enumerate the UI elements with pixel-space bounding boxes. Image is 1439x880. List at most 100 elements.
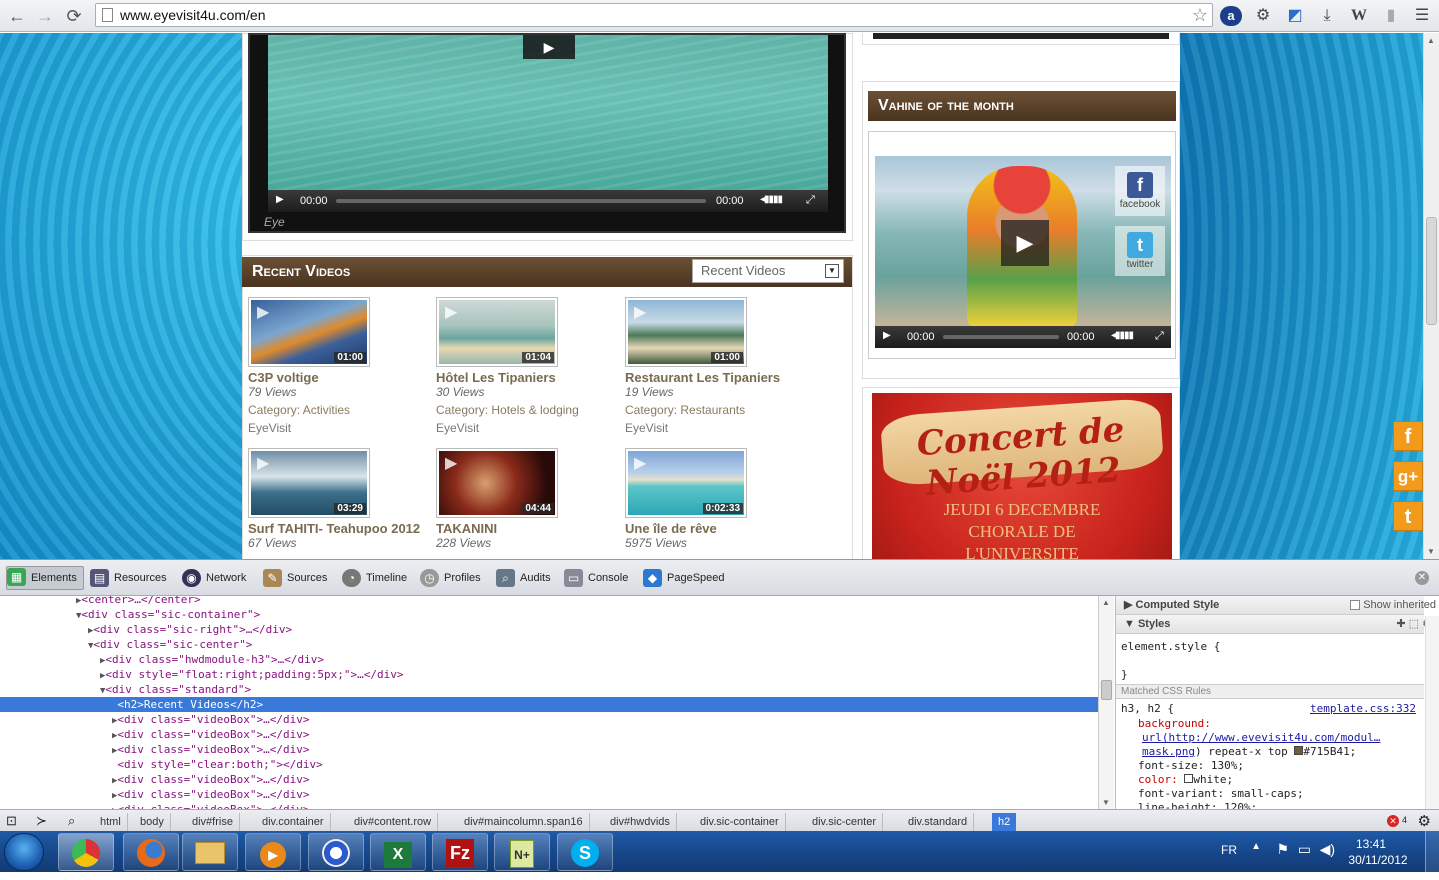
menu-icon[interactable]: ☰	[1410, 5, 1434, 27]
show-desktop-button[interactable]	[1425, 831, 1439, 872]
category-link[interactable]: Hotels & lodging	[491, 403, 578, 417]
back-icon[interactable]: ←	[6, 5, 28, 27]
scroll-down-icon[interactable]: ▼	[1427, 547, 1435, 556]
video-title[interactable]: Hôtel Les Tipaniers	[436, 370, 621, 385]
tab-audits[interactable]: ⌕ Audits	[496, 568, 551, 588]
volume-icon[interactable]: ◂▮▮▮▮	[760, 194, 783, 205]
scrollbar-thumb[interactable]	[1101, 680, 1112, 700]
video-thumbnail[interactable]: ▶ 03:29	[248, 448, 370, 518]
facebook-share-button[interactable]: f facebook	[1115, 166, 1165, 216]
css-font-size[interactable]: font-size: 130%;	[1138, 759, 1244, 772]
volume-icon[interactable]: ◂▮▮▮▮	[1111, 330, 1134, 341]
excel-taskbar-icon[interactable]: X	[370, 833, 426, 871]
notepad-taskbar-icon[interactable]: N+	[494, 833, 550, 871]
adblock-extension-icon[interactable]: a	[1220, 6, 1242, 26]
console-toggle-icon[interactable]: ≻	[36, 813, 47, 829]
wikipedia-extension-icon[interactable]: W	[1348, 5, 1370, 27]
error-icon[interactable]: ✕	[1387, 815, 1399, 827]
dom-node[interactable]: ▶<center>…</center>	[0, 596, 1098, 607]
category-link[interactable]: Activities	[303, 403, 350, 417]
stats-extension-icon[interactable]: ▮	[1380, 5, 1402, 27]
gear-icon[interactable]: ⚙	[1418, 812, 1431, 830]
dom-node[interactable]: <h2>Recent Videos</h2>	[0, 697, 1098, 712]
dom-tree-scrollbar[interactable]: ▲ ▼	[1098, 596, 1114, 809]
chrome-taskbar-icon[interactable]	[58, 833, 114, 871]
fullscreen-icon[interactable]: ⤢	[806, 194, 815, 207]
video-thumbnail[interactable]: ▶ 01:00	[248, 297, 370, 367]
video-owner[interactable]: EyeVisit	[436, 421, 621, 435]
forward-icon[interactable]: →	[34, 5, 56, 27]
browser-taskbar-icon[interactable]	[308, 833, 364, 871]
dom-node[interactable]: ▶<div class="videoBox">…</div>	[0, 772, 1098, 787]
show-hidden-icons-icon[interactable]: ▲	[1251, 841, 1261, 852]
css-prop-background[interactable]: background:	[1138, 717, 1211, 730]
css-color[interactable]: color: white;	[1138, 773, 1233, 786]
page-scrollbar[interactable]: ▲ ▼	[1423, 33, 1439, 559]
concert-banner[interactable]: Concert de Noël 2012 JEUDI 6 DECEMBRE CH…	[872, 393, 1172, 559]
close-icon[interactable]: ✕	[1415, 571, 1429, 585]
dom-node[interactable]: ▶<div class="hwdmodule-h3">…</div>	[0, 652, 1098, 667]
tab-resources[interactable]: ▤ Resources	[90, 568, 167, 588]
dom-node[interactable]: ▶<div class="videoBox">…</div>	[0, 712, 1098, 727]
show-inherited-toggle[interactable]: Show inherited	[1350, 596, 1436, 615]
css-font-variant[interactable]: font-variant: small-caps;	[1138, 787, 1304, 800]
computed-style-section[interactable]: ▶ Computed Style Show inherited	[1116, 596, 1436, 615]
video-box[interactable]: ▶ 01:00 C3P voltige 79 Views Category: Ac…	[248, 297, 433, 435]
download-extension-icon[interactable]: ⤓	[1316, 5, 1338, 27]
breadcrumb-item[interactable]: div#hwdvids	[604, 813, 677, 831]
breadcrumb-item[interactable]: h2	[992, 813, 1017, 831]
breadcrumb-item[interactable]: div.standard	[902, 813, 975, 831]
styles-section[interactable]: ▼ Styles ✚ ⬚ ⚙	[1116, 615, 1432, 634]
css-background-url[interactable]: url(http://www.evevisit4u.com/modul…	[1142, 731, 1380, 744]
video-box[interactable]: ▶ 0:02:33 Une île de rêve 5975 Views	[625, 448, 810, 550]
facebook-float-button[interactable]: f	[1393, 421, 1423, 451]
dock-icon[interactable]: ⊡	[6, 813, 17, 829]
tab-network[interactable]: ◉ Network	[182, 568, 246, 588]
video-title[interactable]: Restaurant Les Tipaniers	[625, 370, 810, 385]
seek-bar[interactable]	[336, 199, 706, 203]
scroll-up-icon[interactable]: ▲	[1102, 598, 1110, 607]
video-box[interactable]: ▶ 01:00 Restaurant Les Tipaniers 19 Views…	[625, 297, 810, 435]
video-title[interactable]: C3P voltige	[248, 370, 433, 385]
play-icon[interactable]: ▶	[883, 330, 891, 341]
address-bar[interactable]: www.eyevisit4u.com/en ☆	[95, 3, 1213, 27]
breadcrumb-item[interactable]: div#maincolumn.span16	[458, 813, 590, 831]
dom-tree[interactable]: ▶<center>…</center> ▼<div class="sic-cont…	[0, 596, 1098, 809]
dom-node[interactable]: ▶<div class="videoBox">…</div>	[0, 727, 1098, 742]
filezilla-taskbar-icon[interactable]: Fz	[432, 833, 488, 871]
video-thumbnail[interactable]: ▶ 01:04	[436, 297, 558, 367]
vahine-player[interactable]: ▶ f facebook t twitter ▶ 00:00 00:00 ◂▮▮▮▮…	[868, 131, 1176, 359]
breadcrumb-item[interactable]: div.sic-container	[694, 813, 786, 831]
css-source-link[interactable]: template.css:332	[1310, 702, 1416, 715]
seek-bar[interactable]	[943, 335, 1059, 339]
dom-node[interactable]: ▶<div class="videoBox">…</div>	[0, 742, 1098, 757]
dom-node[interactable]: ▼<div class="sic-center">	[0, 637, 1098, 652]
tab-console[interactable]: ▭ Console	[564, 568, 628, 588]
play-icon[interactable]: ▶	[276, 194, 284, 205]
dom-node[interactable]: ▼<div class="sic-container">	[0, 607, 1098, 622]
clock-time[interactable]: 13:41	[1341, 837, 1401, 851]
recent-videos-select[interactable]: Recent Videos ▼	[692, 259, 844, 283]
video-title[interactable]: Surf TAHITI- Teahupoo 2012	[248, 521, 433, 536]
tab-pagespeed[interactable]: ◆ PageSpeed	[643, 568, 725, 588]
media-player-taskbar-icon[interactable]: ▶	[245, 833, 301, 871]
breadcrumb-item[interactable]: html	[94, 813, 128, 831]
dom-node[interactable]: ▶<div class="sic-right">…</div>	[0, 622, 1098, 637]
dom-node[interactable]: <div style="clear:both;"></div>	[0, 757, 1098, 772]
tab-elements[interactable]: ▦ Elements	[6, 566, 84, 590]
search-icon[interactable]: ⌕	[68, 813, 75, 829]
breadcrumb-item[interactable]: body	[134, 813, 171, 831]
firefox-taskbar-icon[interactable]	[123, 833, 179, 871]
color-swatch[interactable]	[1294, 746, 1304, 755]
video-thumbnail[interactable]: ▶ 01:00	[625, 297, 747, 367]
scrollbar-thumb[interactable]	[1426, 217, 1437, 325]
main-video-player[interactable]: ▶ ▶ 00:00 00:00 ◂▮▮▮▮ ⤢ Eye	[248, 33, 846, 233]
video-box[interactable]: ▶ 03:29 Surf TAHITI- Teahupoo 2012 67 Vie…	[248, 448, 433, 550]
dom-node[interactable]: ▶<div class="videoBox">…</div>	[0, 787, 1098, 802]
twitter-share-button[interactable]: t twitter	[1115, 226, 1165, 276]
tab-timeline[interactable]: ◔ Timeline	[342, 568, 407, 588]
video-box[interactable]: ▶ 04:44 TAKANINI 228 Views	[436, 448, 621, 550]
video-title[interactable]: TAKANINI	[436, 521, 621, 536]
fullscreen-icon[interactable]: ⤢	[1155, 330, 1164, 343]
breadcrumb-item[interactable]: div#content.row	[348, 813, 439, 831]
